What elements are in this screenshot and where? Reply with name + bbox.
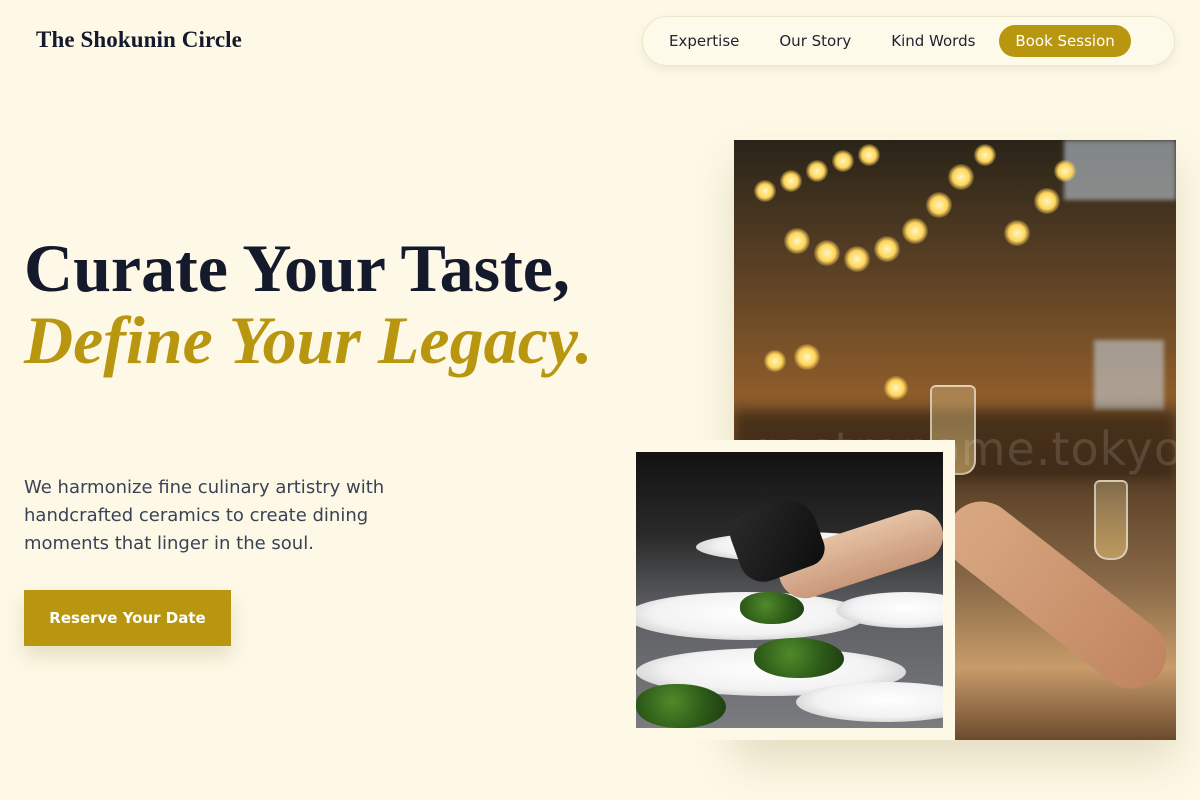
light-bulb <box>974 144 996 166</box>
nav-link-kind-words[interactable]: Kind Words <box>891 32 975 50</box>
top-nav: Expertise Our Story Kind Words Book Sess… <box>642 16 1175 66</box>
light-bulb <box>754 180 776 202</box>
book-session-button[interactable]: Book Session <box>999 25 1131 57</box>
image-window <box>1064 140 1176 200</box>
light-bulb <box>874 236 900 262</box>
light-bulb <box>844 246 870 272</box>
light-bulb <box>858 144 880 166</box>
light-bulb <box>1034 188 1060 214</box>
light-bulb <box>902 218 928 244</box>
brand-logo[interactable]: The Shokunin Circle <box>36 27 242 53</box>
light-bulb <box>1054 160 1076 182</box>
hero-title-line: Curate Your Taste, <box>24 230 570 306</box>
nav-link-our-story[interactable]: Our Story <box>779 32 851 50</box>
light-bulb <box>926 192 952 218</box>
light-bulb <box>1004 220 1030 246</box>
light-bulb <box>780 170 802 192</box>
light-bulb <box>794 344 820 370</box>
image-greens <box>636 684 726 728</box>
image-greens <box>754 638 844 678</box>
light-bulb <box>806 160 828 182</box>
light-bulb <box>884 376 908 400</box>
light-bulb <box>784 228 810 254</box>
image-glass <box>1094 480 1128 560</box>
light-bulb <box>832 150 854 172</box>
light-bulb <box>814 240 840 266</box>
light-bulb <box>948 164 974 190</box>
nav-link-expertise[interactable]: Expertise <box>669 32 739 50</box>
reserve-date-button[interactable]: Reserve Your Date <box>24 590 231 646</box>
image-greens <box>740 592 804 624</box>
hero-subtitle: We harmonize fine culinary artistry with… <box>24 477 385 554</box>
hero-title: Curate Your Taste, Define Your Legacy. <box>24 232 592 376</box>
light-bulb <box>764 350 786 372</box>
image-window <box>1094 340 1164 410</box>
image-plate <box>796 682 943 722</box>
image-arm <box>932 487 1176 703</box>
plating-image <box>636 452 943 728</box>
hero-title-accent: Define Your Legacy. <box>24 302 593 378</box>
